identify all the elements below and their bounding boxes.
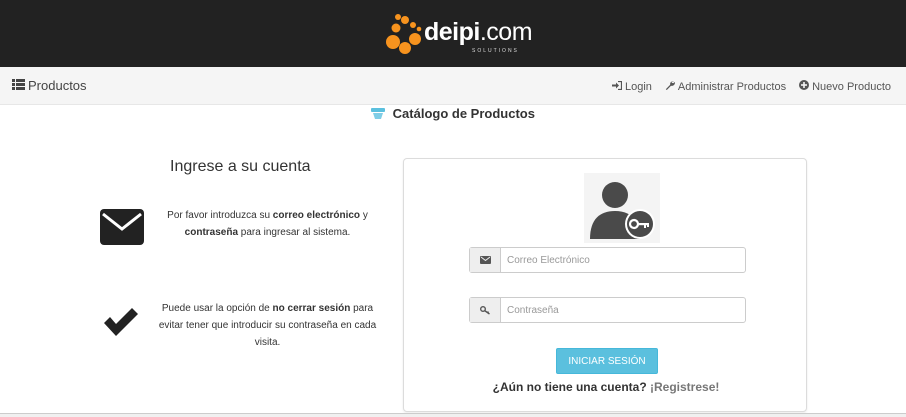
- register-link[interactable]: ¡Registrese!: [650, 380, 719, 394]
- footer-divider: [0, 413, 906, 417]
- login-panel: INICIAR SESIÓN ¿Aún no tiene una cuenta?…: [403, 158, 807, 412]
- navbar-brand-label: Productos: [28, 78, 87, 93]
- register-question: ¿Aún no tiene una cuenta?: [492, 380, 647, 394]
- user-key-avatar-icon: [584, 173, 660, 243]
- list-icon: [12, 78, 25, 93]
- top-header: deipi.com SOLUTIONS: [0, 0, 906, 67]
- nav-link-administrar-productos[interactable]: Administrar Productos: [665, 80, 786, 93]
- navbar: Productos Login Administrar Productos Nu…: [0, 67, 906, 105]
- wrench-icon: [665, 80, 675, 93]
- plus-circle-icon: [799, 80, 810, 93]
- nav-link-login[interactable]: Login: [611, 80, 652, 93]
- email-input[interactable]: [501, 248, 745, 272]
- left-heading: Ingrese a su cuenta: [170, 158, 311, 175]
- nav-link-login-label: Login: [624, 80, 652, 93]
- info-email-text: Por favor introduzca su correo electróni…: [167, 210, 368, 238]
- page-title-text: Catálogo de Productos: [392, 106, 535, 121]
- envelope-addon-icon: [470, 248, 501, 272]
- nav-link-nuevo-producto[interactable]: Nuevo Producto: [799, 80, 891, 93]
- nav-links: Login Administrar Productos Nuevo Produc…: [611, 80, 891, 93]
- checkmark-icon: [102, 307, 140, 342]
- logo-dots-icon: [386, 14, 422, 54]
- deipi-logo[interactable]: deipi.com SOLUTIONS: [386, 12, 533, 56]
- register-prompt: ¿Aún no tiene una cuenta? ¡Registrese!: [404, 380, 808, 394]
- nav-link-administrar-label: Administrar Productos: [677, 80, 787, 93]
- sign-in-icon: [611, 80, 623, 93]
- logo-subtext: SOLUTIONS: [472, 48, 519, 54]
- email-field: [469, 247, 746, 273]
- navbar-brand-productos[interactable]: Productos: [12, 78, 87, 93]
- key-addon-icon: [470, 298, 501, 322]
- login-button[interactable]: INICIAR SESIÓN: [556, 348, 658, 374]
- info-remember-text: Puede usar la opción de no cerrar sesión…: [158, 303, 377, 348]
- page-title: Catálogo de Productos: [0, 106, 906, 123]
- nav-link-nuevo-label: Nuevo Producto: [812, 80, 891, 93]
- tag-icon: [371, 108, 386, 123]
- password-input[interactable]: [501, 298, 745, 322]
- password-field: [469, 297, 746, 323]
- envelope-icon: [100, 209, 144, 250]
- logo-text: deipi.com: [424, 18, 533, 46]
